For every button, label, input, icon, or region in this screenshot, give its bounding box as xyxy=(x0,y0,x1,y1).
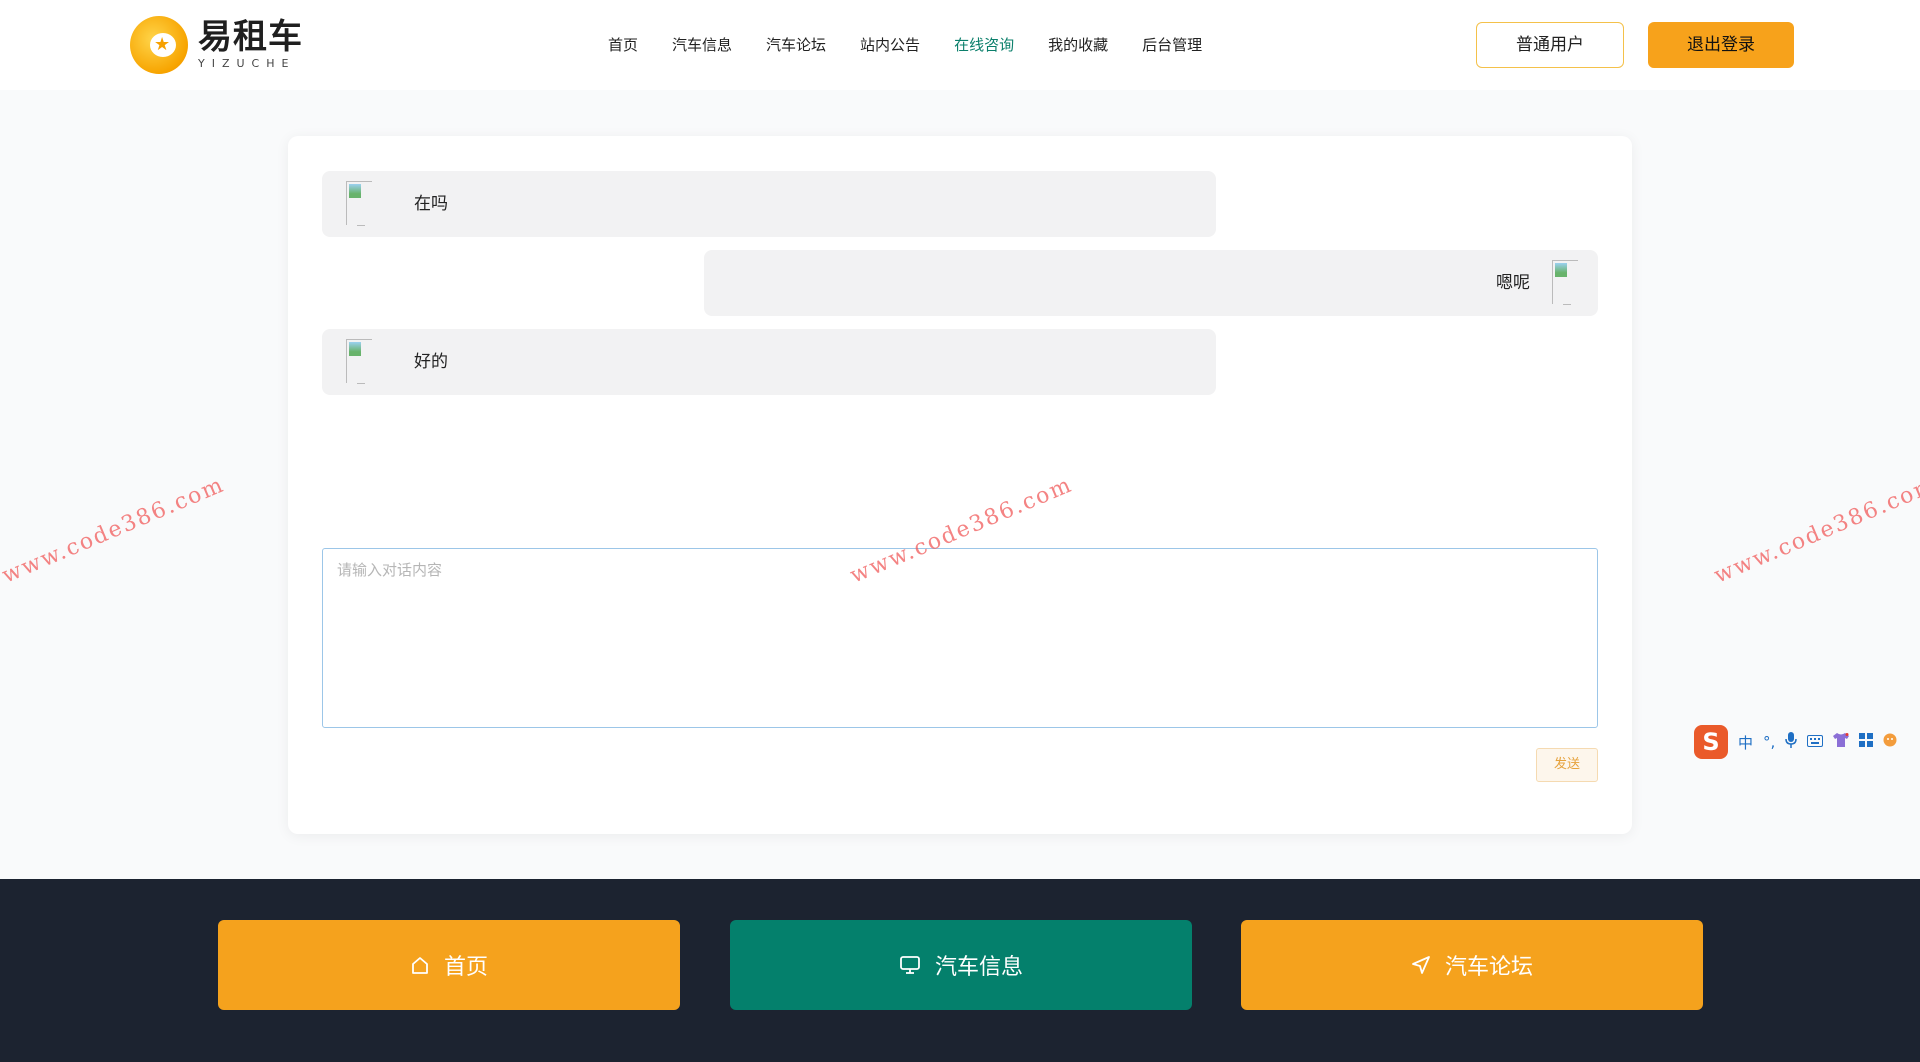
chat-message-text: 在吗 xyxy=(414,194,448,214)
logo-mark-icon: ★ xyxy=(130,16,188,74)
logout-button[interactable]: 退出登录 xyxy=(1648,22,1794,68)
nav-item-online-consult[interactable]: 在线咨询 xyxy=(954,30,1014,60)
chat-card: 在吗 嗯呢 好的 发送 xyxy=(288,136,1632,834)
nav-item-car-info[interactable]: 汽车信息 xyxy=(672,30,732,60)
footer-car-forum-button[interactable]: 汽车论坛 xyxy=(1241,920,1703,1010)
site-logo[interactable]: ★ 易租车 YIZUCHE xyxy=(130,16,303,74)
nav-item-announcements[interactable]: 站内公告 xyxy=(860,30,920,60)
chat-input[interactable] xyxy=(322,548,1598,728)
send-button[interactable]: 发送 xyxy=(1536,748,1598,782)
main-nav: 首页 汽车信息 汽车论坛 站内公告 在线咨询 我的收藏 后台管理 xyxy=(608,30,1236,60)
nav-item-car-forum[interactable]: 汽车论坛 xyxy=(766,30,826,60)
footer-car-forum-label: 汽车论坛 xyxy=(1444,955,1533,980)
chat-message-left: 好的 xyxy=(322,329,1216,395)
chat-message-text: 好的 xyxy=(414,352,448,372)
apps-grid-icon[interactable] xyxy=(1859,733,1874,751)
nav-item-admin[interactable]: 后台管理 xyxy=(1142,30,1202,60)
avatar-broken-image-icon xyxy=(346,181,372,226)
avatar-broken-image-icon xyxy=(346,339,372,384)
avatar-broken-image-icon xyxy=(1552,260,1578,305)
footer-car-info-label: 汽车信息 xyxy=(934,955,1023,980)
home-icon xyxy=(410,955,430,975)
footer-home-label: 首页 xyxy=(443,955,488,980)
chat-message-text: 嗯呢 xyxy=(1496,273,1530,293)
ime-logo-icon[interactable]: S xyxy=(1694,725,1728,759)
chat-message-right: 嗯呢 xyxy=(704,250,1598,316)
watermark-text: www.code386.com xyxy=(1710,472,1920,589)
keyboard-icon[interactable] xyxy=(1807,733,1824,751)
logo-title: 易租车 xyxy=(198,17,303,57)
navigation-icon xyxy=(1411,955,1431,975)
page: ★ 易租车 YIZUCHE 首页 汽车信息 汽车论坛 站内公告 在线咨询 我的收… xyxy=(0,0,1920,1062)
monitor-icon xyxy=(899,955,921,975)
chat-message-left: 在吗 xyxy=(322,171,1216,237)
ime-mode-label[interactable]: 中 xyxy=(1738,732,1753,753)
nav-item-favorites[interactable]: 我的收藏 xyxy=(1048,30,1108,60)
footer-home-button[interactable]: 首页 xyxy=(218,920,680,1010)
logo-subtitle: YIZUCHE xyxy=(198,57,296,70)
ime-punctuation-icon[interactable]: °, xyxy=(1763,733,1775,751)
footer: 首页 汽车信息 汽车论坛 xyxy=(0,879,1920,1062)
logo-text: 易租车 YIZUCHE xyxy=(198,19,303,71)
footer-car-info-button[interactable]: 汽车信息 xyxy=(730,920,1192,1010)
watermark-text: www.code386.com xyxy=(0,472,229,589)
top-header: ★ 易租车 YIZUCHE 首页 汽车信息 汽车论坛 站内公告 在线咨询 我的收… xyxy=(0,0,1920,90)
microphone-icon[interactable] xyxy=(1785,732,1798,752)
ime-mascot-icon[interactable] xyxy=(1883,733,1897,751)
ime-toolbar: S 中 °, xyxy=(1694,724,1920,760)
user-role-button[interactable]: 普通用户 xyxy=(1476,22,1624,68)
skin-shirt-icon[interactable] xyxy=(1833,733,1850,751)
nav-item-home[interactable]: 首页 xyxy=(608,30,638,60)
